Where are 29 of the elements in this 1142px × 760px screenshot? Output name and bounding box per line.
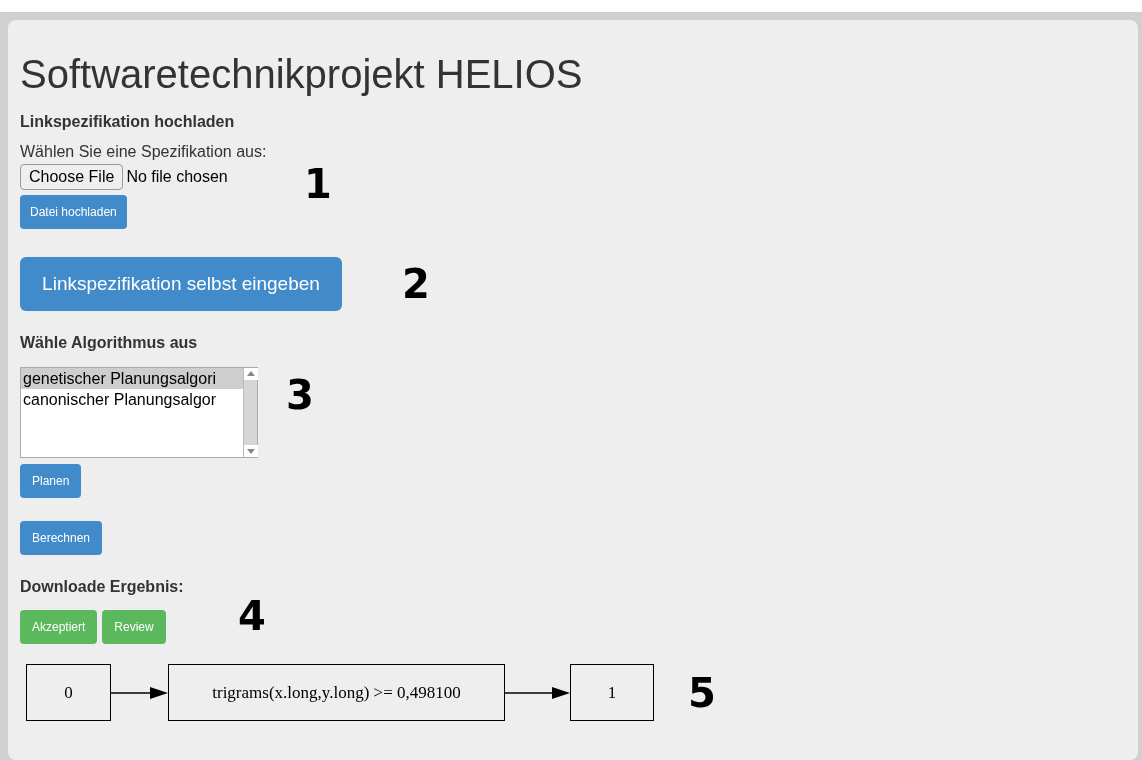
compute-button[interactable]: Berechnen [20, 521, 103, 555]
annotation-number: 2 [402, 264, 430, 304]
list-option[interactable]: canonischer Planungsalgor [21, 389, 243, 410]
section-heading: Linkspezifikation hochladen [20, 112, 236, 132]
section-heading: Wähle Algorithmus aus [20, 333, 199, 353]
choose-file-button[interactable]: Choose File [20, 164, 124, 190]
page-title: Softwaretechnikprojekt HELIOS [20, 54, 584, 94]
list-option[interactable]: genetischer Planungsalgori [21, 368, 243, 389]
annotation-number: 1 [304, 164, 332, 204]
file-status: No file chosen [126, 167, 228, 187]
prompt-text: Wählen Sie eine Spezifikation aus: [20, 142, 267, 162]
scroll-up-icon[interactable] [243, 368, 258, 380]
arrow-icon [111, 685, 168, 700]
plan-button[interactable]: Planen [20, 464, 82, 498]
scrollbar[interactable] [243, 368, 257, 457]
download-button[interactable]: Review [102, 610, 166, 644]
upload-button[interactable]: Datei hochladen [20, 195, 127, 229]
section-heading: Downloade Ergebnis: [20, 577, 185, 597]
annotation-number: 5 [688, 672, 716, 713]
download-button[interactable]: Akzeptiert [20, 610, 98, 644]
scroll-down-icon[interactable] [243, 445, 258, 457]
graph-node: 0 [26, 664, 111, 721]
manual-entry-button[interactable]: Linkspezifikation selbst eingeben [20, 257, 342, 311]
graph-node: 1 [570, 664, 654, 721]
algorithm-listbox[interactable]: genetischer Planungsalgori canonischer Planungsalgor [20, 367, 258, 458]
graph-node: trigrams(x.long,y.long) >= 0,498100 [168, 664, 505, 721]
arrow-icon [505, 685, 570, 700]
annotation-number: 3 [286, 375, 314, 415]
annotation-number: 4 [238, 596, 266, 636]
